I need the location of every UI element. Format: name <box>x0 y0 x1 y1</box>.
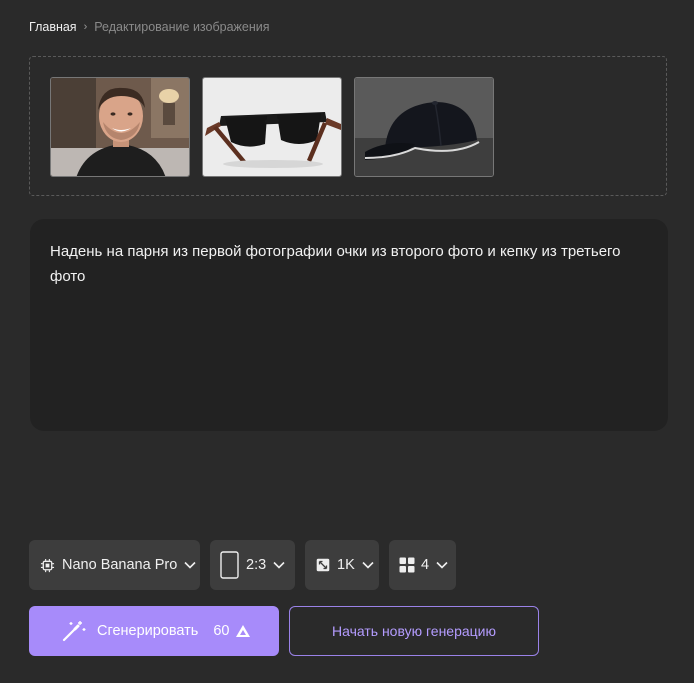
aspect-ratio-select[interactable]: 2:3 <box>210 540 295 590</box>
grid-icon <box>399 557 415 573</box>
chevron-down-icon <box>184 561 196 569</box>
breadcrumb-home-link[interactable]: Главная <box>29 20 77 34</box>
aspect-ratio-label: 2:3 <box>246 557 267 573</box>
model-select-label: Nano Banana Pro <box>62 557 178 573</box>
prompt-text: Надень на парня из первой фотографии очк… <box>50 243 625 285</box>
generate-button-label: Сгенерировать <box>97 623 199 639</box>
uploaded-image-cap[interactable] <box>354 77 494 177</box>
uploaded-image-portrait[interactable] <box>50 77 190 177</box>
resolution-select[interactable]: 1K <box>305 540 379 590</box>
portrait-photo-icon <box>51 78 189 176</box>
resolution-label: 1K <box>337 557 355 573</box>
prompt-textarea[interactable]: Надень на парня из первой фотографии очк… <box>30 219 668 431</box>
sunglasses-photo-icon <box>203 78 341 176</box>
chevron-down-icon <box>362 561 374 569</box>
count-select[interactable]: 4 <box>389 540 456 590</box>
new-generation-button[interactable]: Начать новую генерацию <box>289 606 539 656</box>
count-label: 4 <box>421 557 430 573</box>
chevron-down-icon <box>436 561 448 569</box>
cap-photo-icon <box>355 78 493 176</box>
breadcrumb: Главная › Редактирование изображения <box>29 20 270 34</box>
model-select[interactable]: Nano Banana Pro <box>29 540 200 590</box>
new-generation-label: Начать новую генерацию <box>331 623 496 639</box>
image-dropzone[interactable] <box>29 56 667 196</box>
generate-cost: 60 <box>213 623 230 639</box>
resize-icon <box>316 558 330 572</box>
credits-icon <box>235 625 250 637</box>
chip-icon <box>40 558 55 572</box>
chevron-down-icon <box>273 561 285 569</box>
breadcrumb-current: Редактирование изображения <box>94 20 270 34</box>
magic-wand-icon <box>62 621 86 642</box>
generate-button[interactable]: Сгенерировать 60 <box>29 606 279 656</box>
uploaded-image-sunglasses[interactable] <box>202 77 342 177</box>
portrait-frame-icon <box>220 551 239 579</box>
chevron-right-icon: › <box>83 21 88 33</box>
